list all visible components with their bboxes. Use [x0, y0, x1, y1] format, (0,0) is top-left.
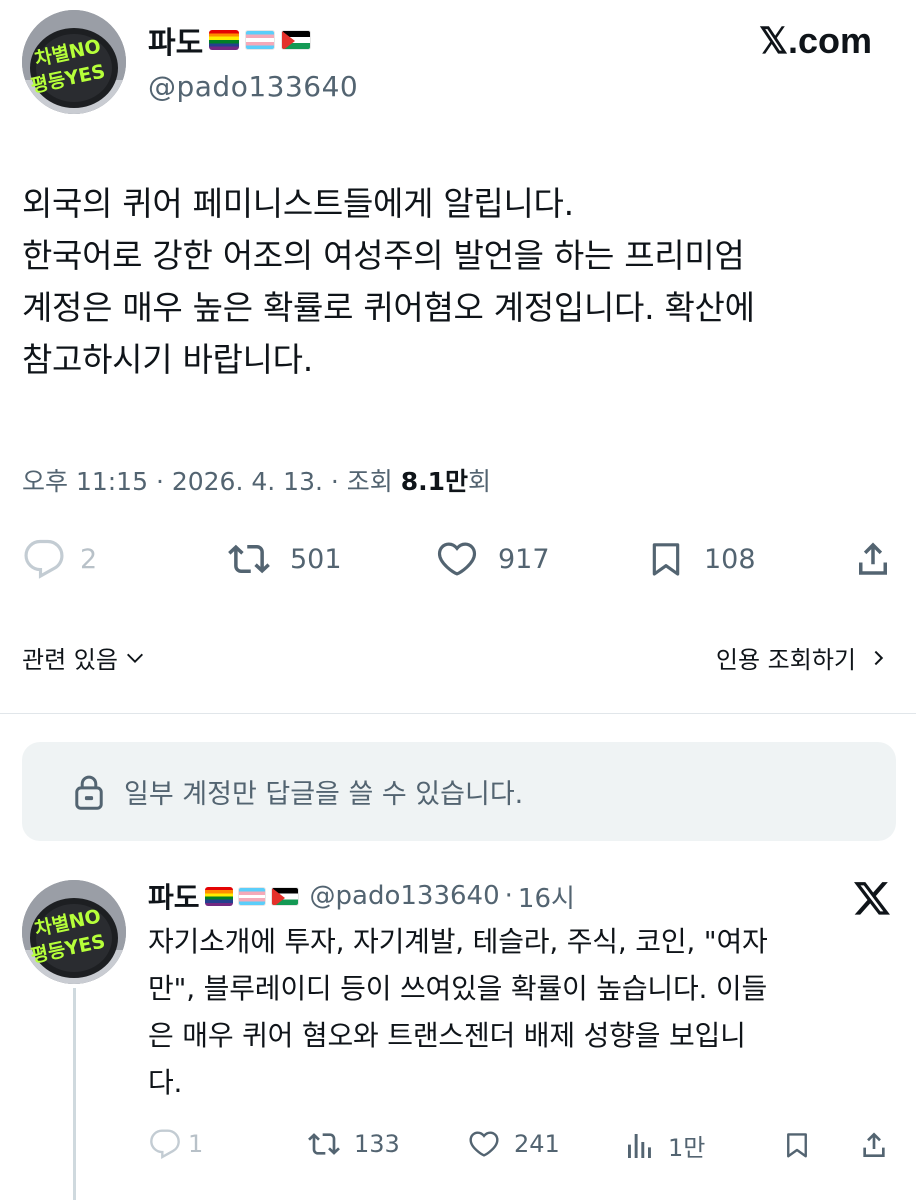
rainbow-flag-icon	[209, 30, 240, 50]
section-divider	[0, 713, 916, 714]
reply-icon	[24, 539, 64, 579]
heart-icon	[437, 542, 477, 576]
reply-restriction-banner: 일부 계정만 답글을 쓸 수 있습니다.	[22, 742, 896, 841]
reply-retweet-count: 133	[354, 1130, 400, 1158]
reply-text-line: 다.	[148, 1066, 183, 1099]
share-icon	[863, 1132, 885, 1157]
bookmark-button[interactable]: 108	[646, 538, 756, 580]
reply-dot: ·	[504, 881, 513, 911]
reply-text: 자기소개에 투자, 자기계발, 테슬라, 주식, 코인, "여자 만", 블루레…	[148, 918, 768, 1106]
tweet-text-line: 참고하시기 바랍니다.	[22, 340, 313, 379]
author-name-row: 파도	[148, 18, 312, 62]
tweet-meta: 오후 11:15 · 2026. 4. 13. · 조회 8.1만회	[22, 462, 491, 498]
tweet-date[interactable]: 2026. 4. 13.	[172, 467, 323, 496]
bookmark-icon	[652, 543, 680, 576]
lock-icon	[75, 775, 103, 810]
reply-reply-button[interactable]: 1	[148, 1128, 203, 1160]
reply-like-button[interactable]: 241	[466, 1128, 560, 1160]
reply-time[interactable]: 16시	[518, 878, 575, 915]
rainbow-flag-icon	[204, 886, 233, 906]
trans-flag-icon	[237, 886, 266, 906]
views-count: 8.1만	[400, 467, 469, 496]
tweet-text-line: 외국의 퀴어 페미니스트들에게 알립니다.	[22, 184, 574, 223]
reply-like-count: 241	[514, 1130, 560, 1158]
views-suffix: 회	[468, 467, 492, 496]
chevron-down-icon	[126, 653, 143, 663]
tweet-text-line: 한국어로 강한 어조의 여성주의 발언을 하는 프리미엄	[22, 236, 745, 275]
author-name[interactable]: 파도	[148, 18, 203, 62]
reply-header: 파도 @pado133640 · 16시	[148, 876, 575, 916]
like-button[interactable]: 917	[434, 538, 550, 580]
views-label: 조회	[346, 467, 401, 496]
thread-connector-line	[73, 988, 76, 1200]
tweet-text-line: 계정은 매우 높은 확률로 퀴어혐오 계정입니다. 확산에	[22, 288, 755, 327]
reply-views-count: 1만	[668, 1134, 706, 1162]
reply-text-line: 은 매우 퀴어 혐오와 트랜스젠더 배제 성향을 보입니	[148, 1019, 746, 1052]
reply-share-button[interactable]	[858, 1128, 890, 1162]
heart-icon	[469, 1131, 499, 1157]
view-quotes-label: 인용 조회하기	[715, 646, 856, 674]
reply-author-name[interactable]: 파도	[148, 876, 200, 916]
chevron-right-icon	[874, 650, 884, 665]
view-quotes-link[interactable]: 인용 조회하기	[716, 640, 888, 675]
palestine-flag-icon	[270, 886, 299, 906]
x-logo: 𝕏.com	[758, 20, 872, 61]
share-icon	[859, 542, 887, 575]
reply-author-avatar[interactable]: 차별NO 평등YES	[22, 880, 126, 984]
reply-views-button[interactable]: 1만	[624, 1128, 705, 1163]
meta-separator: ·	[322, 467, 347, 496]
reply-bookmark-button[interactable]	[782, 1128, 812, 1162]
analytics-icon	[628, 1133, 651, 1158]
retweet-button[interactable]: 501	[226, 538, 342, 580]
trans-flag-icon	[245, 30, 276, 50]
reply-retweet-button[interactable]: 133	[306, 1128, 400, 1160]
meta-separator: ·	[148, 467, 172, 496]
reply-restriction-text: 일부 계정만 답글을 쓸 수 있습니다.	[124, 779, 524, 810]
share-button[interactable]	[852, 538, 894, 580]
reply-author-handle[interactable]: @pado133640	[310, 881, 500, 911]
author-avatar[interactable]: 차별NO 평등YES	[22, 10, 126, 114]
reply-text-line: 만", 블루레이디 등이 쓰여있을 확률이 높습니다. 이들	[148, 972, 768, 1005]
palestine-flag-icon	[281, 30, 312, 50]
bookmark-icon	[787, 1133, 807, 1158]
retweet-count: 501	[290, 543, 342, 575]
like-count: 917	[498, 543, 550, 575]
bookmark-count: 108	[704, 543, 756, 575]
reply-reply-count: 1	[188, 1130, 204, 1158]
reply-icon	[150, 1129, 180, 1160]
author-handle[interactable]: @pado133640	[148, 70, 358, 103]
retweet-icon	[308, 1133, 340, 1155]
reply-button[interactable]: 2	[22, 538, 97, 580]
retweet-icon	[228, 544, 270, 574]
reply-text-line: 자기소개에 투자, 자기계발, 테슬라, 주식, 코인, "여자	[148, 925, 768, 958]
tweet-text: 외국의 퀴어 페미니스트들에게 알립니다. 한국어로 강한 어조의 여성주의 발…	[22, 178, 755, 386]
tweet-time[interactable]: 오후 11:15	[22, 467, 148, 496]
related-label: 관련 있음	[22, 646, 118, 674]
x-logo-icon	[854, 882, 890, 915]
related-toggle[interactable]: 관련 있음	[22, 640, 146, 675]
reply-count: 2	[80, 543, 98, 575]
